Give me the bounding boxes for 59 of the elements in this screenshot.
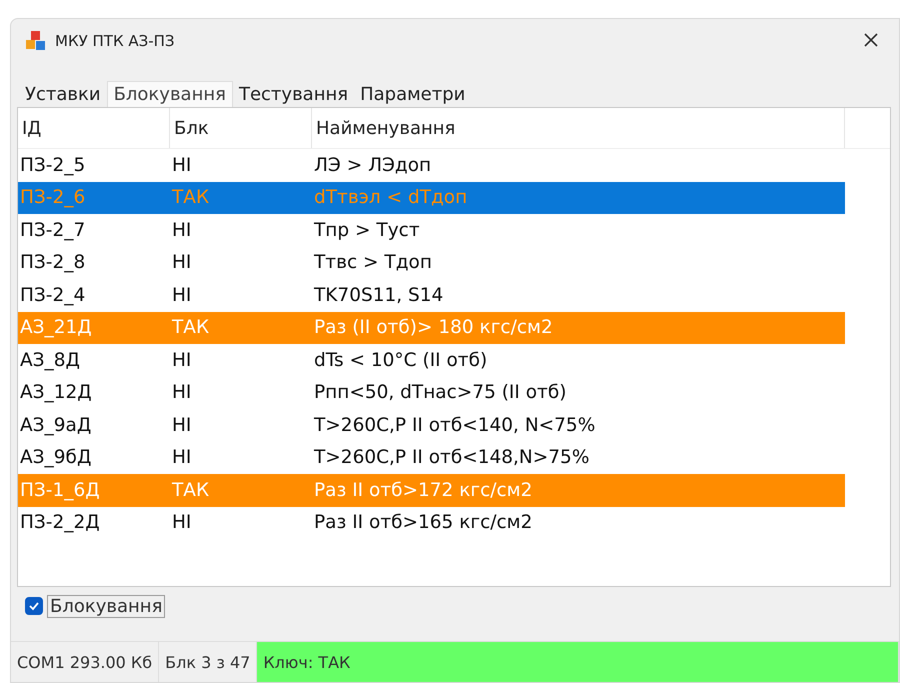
table-cell-text: ПЗ-1_6Д bbox=[19, 480, 101, 501]
column-header[interactable]: ІД bbox=[18, 108, 170, 148]
table-cell-text: НІ bbox=[171, 350, 192, 371]
table-cell-text: ПЗ-2_8 bbox=[19, 252, 86, 274]
table-row[interactable]: ПЗ-2_5 НІ ЛЭ > ЛЭдоп bbox=[18, 149, 845, 182]
status-text: COM1 293.00 Кб bbox=[11, 642, 160, 682]
checkbox-label[interactable]: Блокування bbox=[47, 594, 166, 618]
table-row[interactable]: АЗ_9бД НІ T>260C,P ІІ отб<148,N>75% bbox=[18, 442, 845, 474]
table-cell-text: Раз ІІ отб>172 кгс/см2 bbox=[313, 480, 534, 501]
table-cell-text: АЗ_8Д bbox=[19, 350, 81, 371]
table-cell-text: НІ bbox=[171, 382, 192, 404]
table-cell-text: НІ bbox=[171, 512, 192, 534]
table-cell-text: ТАК bbox=[171, 187, 210, 208]
table-cell-text: Tпр > Tуст bbox=[313, 220, 421, 241]
table-cell-text: Рпп<50, dTнас>75 (ІІ отб) bbox=[313, 382, 568, 404]
table-cell-text: АЗ_21Д bbox=[19, 317, 93, 338]
table-cell-text: ТАК bbox=[171, 317, 210, 338]
tab[interactable]: Параметри bbox=[354, 82, 472, 107]
table-cell-text: ПЗ-2_7 bbox=[19, 220, 86, 241]
table-cell-text: НІ bbox=[171, 154, 192, 176]
window-title: МКУ ПТК АЗ-ПЗ bbox=[55, 32, 176, 50]
table-cell-text: НІ bbox=[171, 252, 192, 274]
table-row[interactable]: АЗ_8Д НІ dTs < 10°C (ІІ отб) bbox=[18, 344, 845, 376]
table-row[interactable]: АЗ_12Д НІ Рпп<50, dTнас>75 (ІІ отб) bbox=[18, 376, 845, 409]
table-cell-text: Раз (ІІ отб)> 180 кгс/см2 bbox=[313, 317, 554, 338]
column-header[interactable]: Блк bbox=[170, 108, 312, 148]
checkmark-icon bbox=[28, 600, 40, 612]
table-row[interactable]: ПЗ-2_7 НІ Tпр > Tуст bbox=[18, 214, 845, 246]
table-cell-text: АЗ_9аД bbox=[19, 414, 92, 436]
table-cell-text: НІ bbox=[171, 220, 192, 241]
table-cell-text: НІ bbox=[171, 447, 192, 468]
table-cell-text: ПЗ-2_5 bbox=[19, 154, 86, 176]
table-cell-text: T>260C,P ІІ отб<140, N<75% bbox=[313, 414, 596, 436]
table-cell-text: T>260C,P ІІ отб<148,N>75% bbox=[313, 447, 590, 468]
table-cell-text: ПЗ-2_2Д bbox=[19, 512, 101, 534]
tab[interactable]: Уставки bbox=[19, 82, 107, 107]
table-cell-text: Tтвс > Tдоп bbox=[313, 252, 433, 274]
table-cell-text: ПЗ-2_4 bbox=[19, 284, 86, 306]
table-cell-text: TK70S11, S14 bbox=[313, 284, 444, 306]
table-cell-text: Раз ІІ отб>165 кгс/см2 bbox=[313, 512, 534, 534]
checkbox[interactable] bbox=[25, 597, 43, 615]
table-row[interactable]: АЗ_9аД НІ T>260C,P ІІ отб<140, N<75% bbox=[18, 409, 845, 442]
table-cell-text: АЗ_12Д bbox=[19, 382, 93, 404]
table-cell-text: НІ bbox=[171, 284, 192, 306]
table-row[interactable]: ПЗ-2_8 НІ Tтвс > Tдоп bbox=[18, 246, 845, 279]
table-cell-text: dTтвэл < dTдоп bbox=[313, 187, 468, 208]
table-cell-text: ЛЭ > ЛЭдоп bbox=[313, 154, 432, 176]
table-cell-text: НІ bbox=[171, 414, 192, 436]
app-icon bbox=[25, 30, 47, 52]
tab[interactable]: Блокування bbox=[106, 81, 233, 107]
table-row[interactable]: ПЗ-2_2Д НІ Раз ІІ отб>165 кгс/см2 bbox=[18, 506, 845, 539]
table-cell-text: ТАК bbox=[171, 480, 210, 501]
table-cell-text: dTs < 10°C (ІІ отб) bbox=[313, 350, 488, 371]
column-header[interactable]: Найменування bbox=[312, 108, 845, 148]
table-row[interactable]: ПЗ-2_4 НІ TK70S11, S14 bbox=[18, 279, 845, 312]
table-cell-text: ПЗ-2_6 bbox=[19, 187, 86, 208]
status-text: Ключ: ТАК bbox=[257, 642, 899, 682]
table-cell-text: АЗ_9бД bbox=[19, 447, 92, 468]
tab[interactable]: Тестування bbox=[232, 82, 354, 107]
